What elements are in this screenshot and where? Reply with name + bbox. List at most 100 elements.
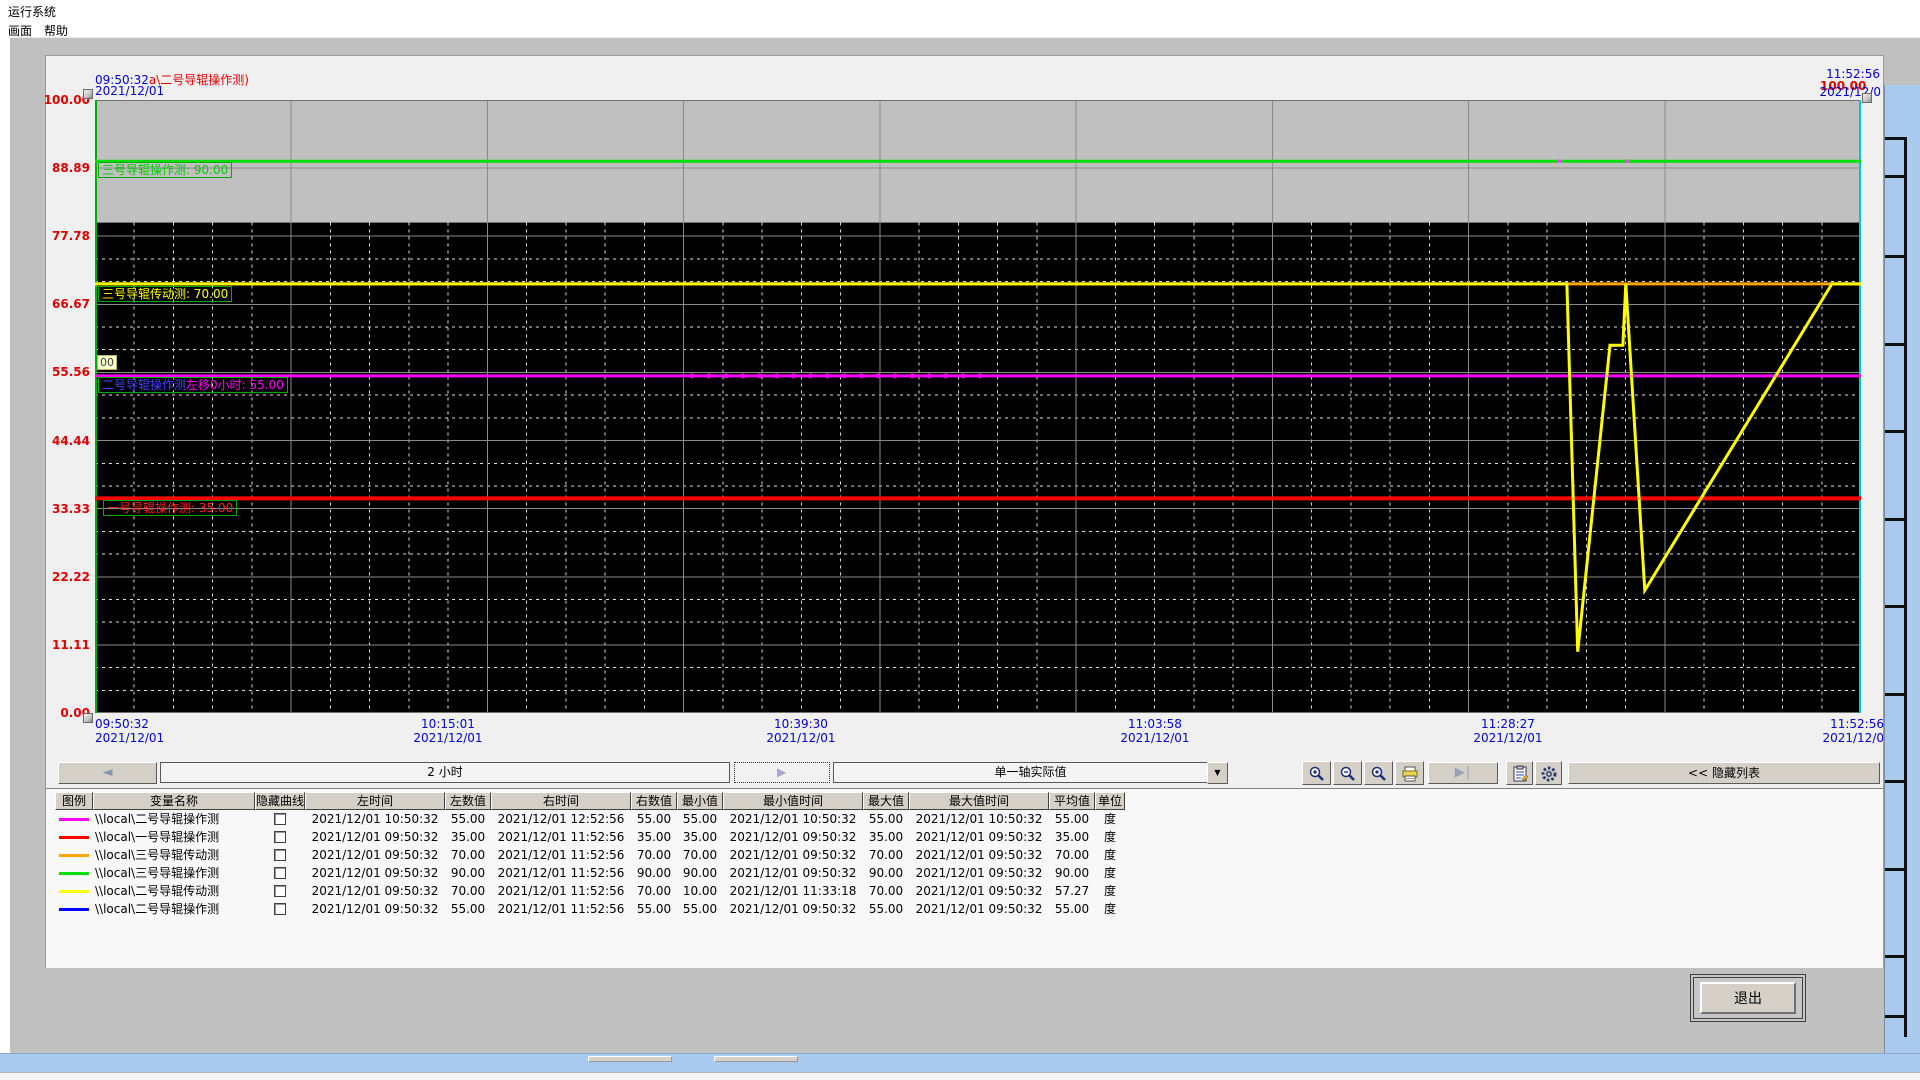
screen: 运行系统 画面 帮助 09:50:32a\二号导辊操作测) 2021/12/01… xyxy=(0,0,1920,1080)
table-header-cell: 最小值时间 xyxy=(723,792,863,810)
scroll-left-button[interactable]: ◄ xyxy=(58,762,157,784)
table-cell-min_time: 2021/12/01 09:50:32 xyxy=(723,846,863,864)
x-axis-date: 2021/12/01 xyxy=(736,731,866,745)
bottom-bar-2[interactable] xyxy=(714,1056,798,1062)
table-row[interactable]: \\local\三号导辊操作测2021/12/01 09:50:3290.002… xyxy=(55,864,1125,882)
dropdown-arrow-button[interactable]: ▼ xyxy=(1207,762,1228,784)
table-cell-min_time: 2021/12/01 11:33:18 xyxy=(723,882,863,900)
table-cell-legend xyxy=(55,882,93,900)
table-row[interactable]: \\local\二号导辊传动测2021/12/01 09:50:3270.002… xyxy=(55,882,1125,900)
table-cell-max: 90.00 xyxy=(863,864,909,882)
table-cell-left_time: 2021/12/01 09:50:32 xyxy=(305,864,445,882)
right-strip-tick xyxy=(1885,518,1907,521)
hide-curve-checkbox[interactable] xyxy=(274,903,286,915)
table-row[interactable]: \\local\二号导辊操作测2021/12/01 10:50:3255.002… xyxy=(55,810,1125,828)
table-cell-right_value: 70.00 xyxy=(631,882,677,900)
trend-plot[interactable]: 三号导辊操作测: 90.00 三号导辊传动测: 70.00 00 二号导辊操作测… xyxy=(95,100,1861,713)
table-cell-hide-curve xyxy=(255,864,305,882)
table-cell-max: 70.00 xyxy=(863,882,909,900)
table-cell-max_time: 2021/12/01 09:50:32 xyxy=(909,846,1049,864)
table-header-cell: 图例 xyxy=(55,792,93,810)
zoom-in-button[interactable] xyxy=(1302,761,1331,785)
trend-plot-svg[interactable] xyxy=(95,100,1861,713)
x-axis-date: 2021/12/01 xyxy=(1443,731,1573,745)
table-cell-unit: 度 xyxy=(1095,900,1125,918)
time-range-field[interactable]: 2 小时 xyxy=(160,762,730,783)
title-bar: 运行系统 xyxy=(0,0,1920,19)
exit-button-frame: 退出 xyxy=(1690,974,1806,1022)
table-cell-right_value: 70.00 xyxy=(631,846,677,864)
y-axis: 100.0088.8977.7866.6755.5644.4433.3322.2… xyxy=(30,93,90,723)
hide-curve-checkbox[interactable] xyxy=(274,849,286,861)
axis-handle-top-right[interactable] xyxy=(1862,93,1872,103)
table-cell-left_time: 2021/12/01 09:50:32 xyxy=(305,828,445,846)
table-cell-hide-curve xyxy=(255,828,305,846)
right-strip-tick xyxy=(1885,780,1907,783)
legend-color-line xyxy=(59,818,89,821)
print-button[interactable] xyxy=(1395,761,1424,785)
table-cell-max: 70.00 xyxy=(863,846,909,864)
table-cell-max_time: 2021/12/01 09:50:32 xyxy=(909,864,1049,882)
x-axis-date: 2021/12/01 xyxy=(383,731,513,745)
axis-mode-dropdown[interactable]: 单一轴实际值 xyxy=(833,762,1228,783)
y-axis-label: 44.44 xyxy=(30,434,90,448)
exit-button[interactable]: 退出 xyxy=(1700,982,1796,1014)
table-cell-right_value: 55.00 xyxy=(631,900,677,918)
zoom-out-button[interactable] xyxy=(1333,761,1362,785)
bottom-taskbar-strip xyxy=(0,1053,1920,1072)
exit-button-inner-frame: 退出 xyxy=(1693,977,1803,1019)
hide-curve-checkbox[interactable] xyxy=(274,885,286,897)
x-axis-label: 09:50:322021/12/01 xyxy=(95,717,225,745)
zoom-in-icon xyxy=(1303,765,1330,783)
table-cell-right_time: 2021/12/01 11:52:56 xyxy=(491,828,631,846)
zoom-reset-button[interactable] xyxy=(1364,761,1393,785)
hide-curve-checkbox[interactable] xyxy=(274,831,286,843)
table-header-cell: 最大值时间 xyxy=(909,792,1049,810)
right-edge-strip[interactable] xyxy=(1884,85,1920,1053)
axis-handle-top-left[interactable] xyxy=(83,89,93,99)
bottom-bar-1[interactable] xyxy=(588,1056,672,1062)
table-cell-min_time: 2021/12/01 09:50:32 xyxy=(723,864,863,882)
hide-list-button[interactable]: << 隐藏列表 xyxy=(1568,762,1880,784)
table-header-cell: 右数值 xyxy=(631,792,677,810)
table-cell-left_value: 35.00 xyxy=(445,828,491,846)
hide-curve-checkbox[interactable] xyxy=(274,867,286,879)
x-axis-date: 2021/12/01 xyxy=(1090,731,1220,745)
table-cell-avg: 55.00 xyxy=(1049,900,1095,918)
annotation-small-00: 00 xyxy=(97,355,117,370)
settings-button[interactable] xyxy=(1535,761,1562,785)
step-forward-button[interactable]: ▶| xyxy=(1428,762,1498,784)
right-strip-line xyxy=(1904,137,1907,1037)
table-cell-variable-name: \\local\二号导辊操作测 xyxy=(93,900,255,918)
table-cell-max: 55.00 xyxy=(863,810,909,828)
x-axis-label: 10:39:302021/12/01 xyxy=(736,717,866,745)
table-cell-max_time: 2021/12/01 09:50:32 xyxy=(909,900,1049,918)
bottom-edge-strip xyxy=(0,1072,1920,1080)
table-cell-left_value: 90.00 xyxy=(445,864,491,882)
table-cell-avg: 57.27 xyxy=(1049,882,1095,900)
table-row[interactable]: \\local\三号导辊传动测2021/12/01 09:50:3270.002… xyxy=(55,846,1125,864)
table-cell-unit: 度 xyxy=(1095,864,1125,882)
right-strip-tick xyxy=(1885,605,1907,608)
report-button[interactable] xyxy=(1506,761,1533,785)
table-cell-max_time: 2021/12/01 09:50:32 xyxy=(909,882,1049,900)
right-strip-tick xyxy=(1885,1015,1907,1018)
table-header-cell: 单位 xyxy=(1095,792,1125,810)
table-cell-min_time: 2021/12/01 10:50:32 xyxy=(723,810,863,828)
table-cell-variable-name: \\local\一号导辊操作测 xyxy=(93,828,255,846)
scroll-progress-box[interactable]: ▶ xyxy=(734,762,830,783)
x-axis-time: 09:50:32 xyxy=(95,717,225,731)
table-row[interactable]: \\local\一号导辊操作测 2021/12/01 09:50:3235.002… xyxy=(55,828,1125,846)
hide-curve-checkbox[interactable] xyxy=(274,813,286,825)
table-cell-min: 70.00 xyxy=(677,846,723,864)
table-cell-left_value: 70.00 xyxy=(445,846,491,864)
legend-color-line xyxy=(59,854,89,857)
table-cell-legend xyxy=(55,846,93,864)
x-axis-label: 11:52:562021/12/0 xyxy=(1754,717,1884,745)
right-strip-tick xyxy=(1885,955,1907,958)
legend-color-line xyxy=(59,836,89,839)
annotation-roller2-operate: 二号导辊操作测左移0小时: 55.00 xyxy=(98,377,288,393)
x-axis-time: 11:28:27 xyxy=(1443,717,1573,731)
table-row[interactable]: \\local\二号导辊操作测2021/12/01 09:50:3255.002… xyxy=(55,900,1125,918)
x-axis-time: 11:03:58 xyxy=(1090,717,1220,731)
